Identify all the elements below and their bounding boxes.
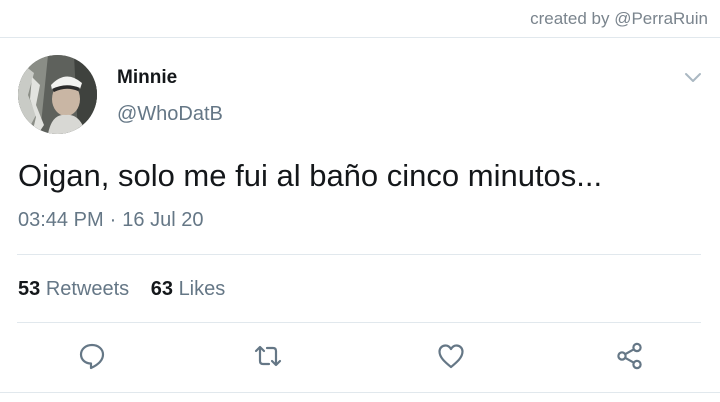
avatar-photo bbox=[18, 55, 97, 134]
stats-divider-bottom bbox=[17, 322, 701, 323]
credit-text: created by @PerraRuin bbox=[530, 9, 708, 28]
retweets-count: 53 bbox=[18, 278, 41, 300]
tweet-stats: 53 Retweets 63 Likes bbox=[18, 278, 225, 301]
retweets-stat[interactable]: 53 Retweets bbox=[18, 278, 129, 301]
share-button[interactable] bbox=[615, 341, 645, 371]
likes-label: Likes bbox=[178, 278, 226, 300]
timestamp-separator: · bbox=[109, 209, 117, 231]
likes-count: 63 bbox=[150, 278, 173, 300]
retweet-icon bbox=[254, 345, 282, 367]
retweets-label: Retweets bbox=[45, 278, 130, 300]
heart-icon bbox=[438, 344, 464, 369]
tweet-text: Oigan, solo me fui al baño cinco minutos… bbox=[18, 158, 603, 193]
likes-stat[interactable]: 63 Likes bbox=[151, 278, 226, 301]
like-button[interactable] bbox=[436, 341, 466, 371]
chevron-down-icon[interactable] bbox=[683, 70, 703, 84]
author-handle[interactable]: @WhoDatB bbox=[117, 103, 223, 126]
tweet-timestamp: 03:44 PM · 16 Jul 20 bbox=[18, 209, 203, 232]
tweet-time: 03:44 PM bbox=[18, 209, 104, 231]
reply-button[interactable] bbox=[77, 341, 107, 371]
retweet-button[interactable] bbox=[253, 341, 283, 371]
stats-divider-top bbox=[17, 254, 701, 255]
avatar[interactable] bbox=[18, 55, 97, 134]
author-name[interactable]: Minnie bbox=[117, 67, 177, 89]
top-divider bbox=[0, 37, 720, 38]
reply-icon bbox=[79, 343, 105, 370]
share-icon bbox=[617, 342, 642, 370]
tweet-date: 16 Jul 20 bbox=[122, 209, 204, 231]
bottom-divider bbox=[0, 392, 720, 393]
